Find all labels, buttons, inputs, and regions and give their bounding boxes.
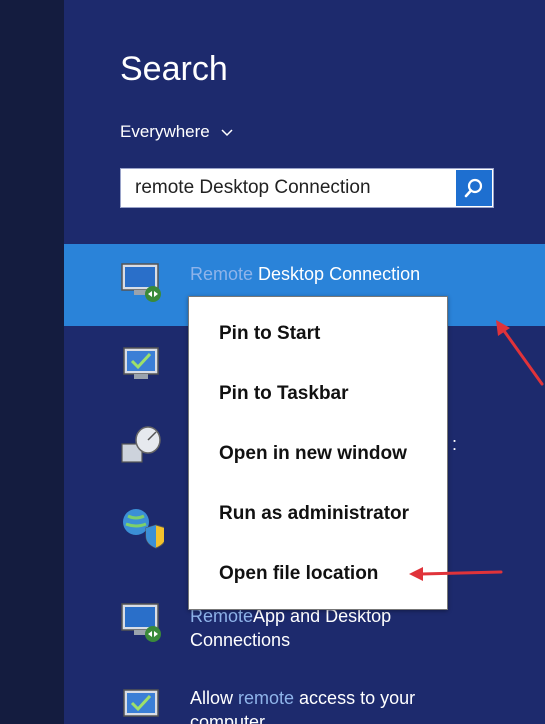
menu-item-open-file-location[interactable]: Open file location bbox=[219, 563, 378, 585]
menu-item-open-in-new-window[interactable]: Open in new window bbox=[219, 443, 407, 465]
search-scope-dropdown[interactable]: Everywhere bbox=[120, 122, 234, 142]
annotation-arrow-icon bbox=[496, 320, 544, 386]
annotation-arrow-icon bbox=[409, 567, 503, 581]
system-icon bbox=[123, 689, 159, 717]
monitor-check-icon bbox=[123, 347, 159, 379]
search-input[interactable] bbox=[121, 169, 465, 207]
search-scope-label: Everywhere bbox=[120, 122, 210, 141]
result-label: RemoteApp and Desktop Connections bbox=[190, 606, 392, 650]
remoteapp-icon bbox=[121, 603, 161, 642]
search-charm: Search Everywhere Remote Desktop Connect… bbox=[0, 0, 545, 724]
truncated-label-fragment: : bbox=[452, 434, 458, 454]
search-button[interactable] bbox=[456, 170, 492, 206]
satellite-dish-icon bbox=[121, 426, 161, 463]
menu-item-run-as-administrator[interactable]: Run as administrator bbox=[219, 503, 409, 525]
menu-item-pin-to-start[interactable]: Pin to Start bbox=[219, 323, 320, 345]
chevron-down-icon bbox=[221, 129, 233, 137]
network-shield-icon bbox=[123, 509, 164, 549]
left-strip bbox=[0, 0, 64, 724]
result-label: Remote Desktop Connection bbox=[190, 264, 421, 284]
result-allow-remote-access[interactable]: Allow remote access to your computer bbox=[64, 676, 545, 724]
menu-item-pin-to-taskbar[interactable]: Pin to Taskbar bbox=[219, 383, 349, 405]
remote-desktop-icon bbox=[121, 263, 161, 302]
search-box bbox=[120, 168, 494, 208]
search-icon bbox=[464, 178, 483, 198]
search-title: Search bbox=[120, 50, 228, 88]
result-label: Allow remote access to your computer bbox=[190, 688, 416, 724]
